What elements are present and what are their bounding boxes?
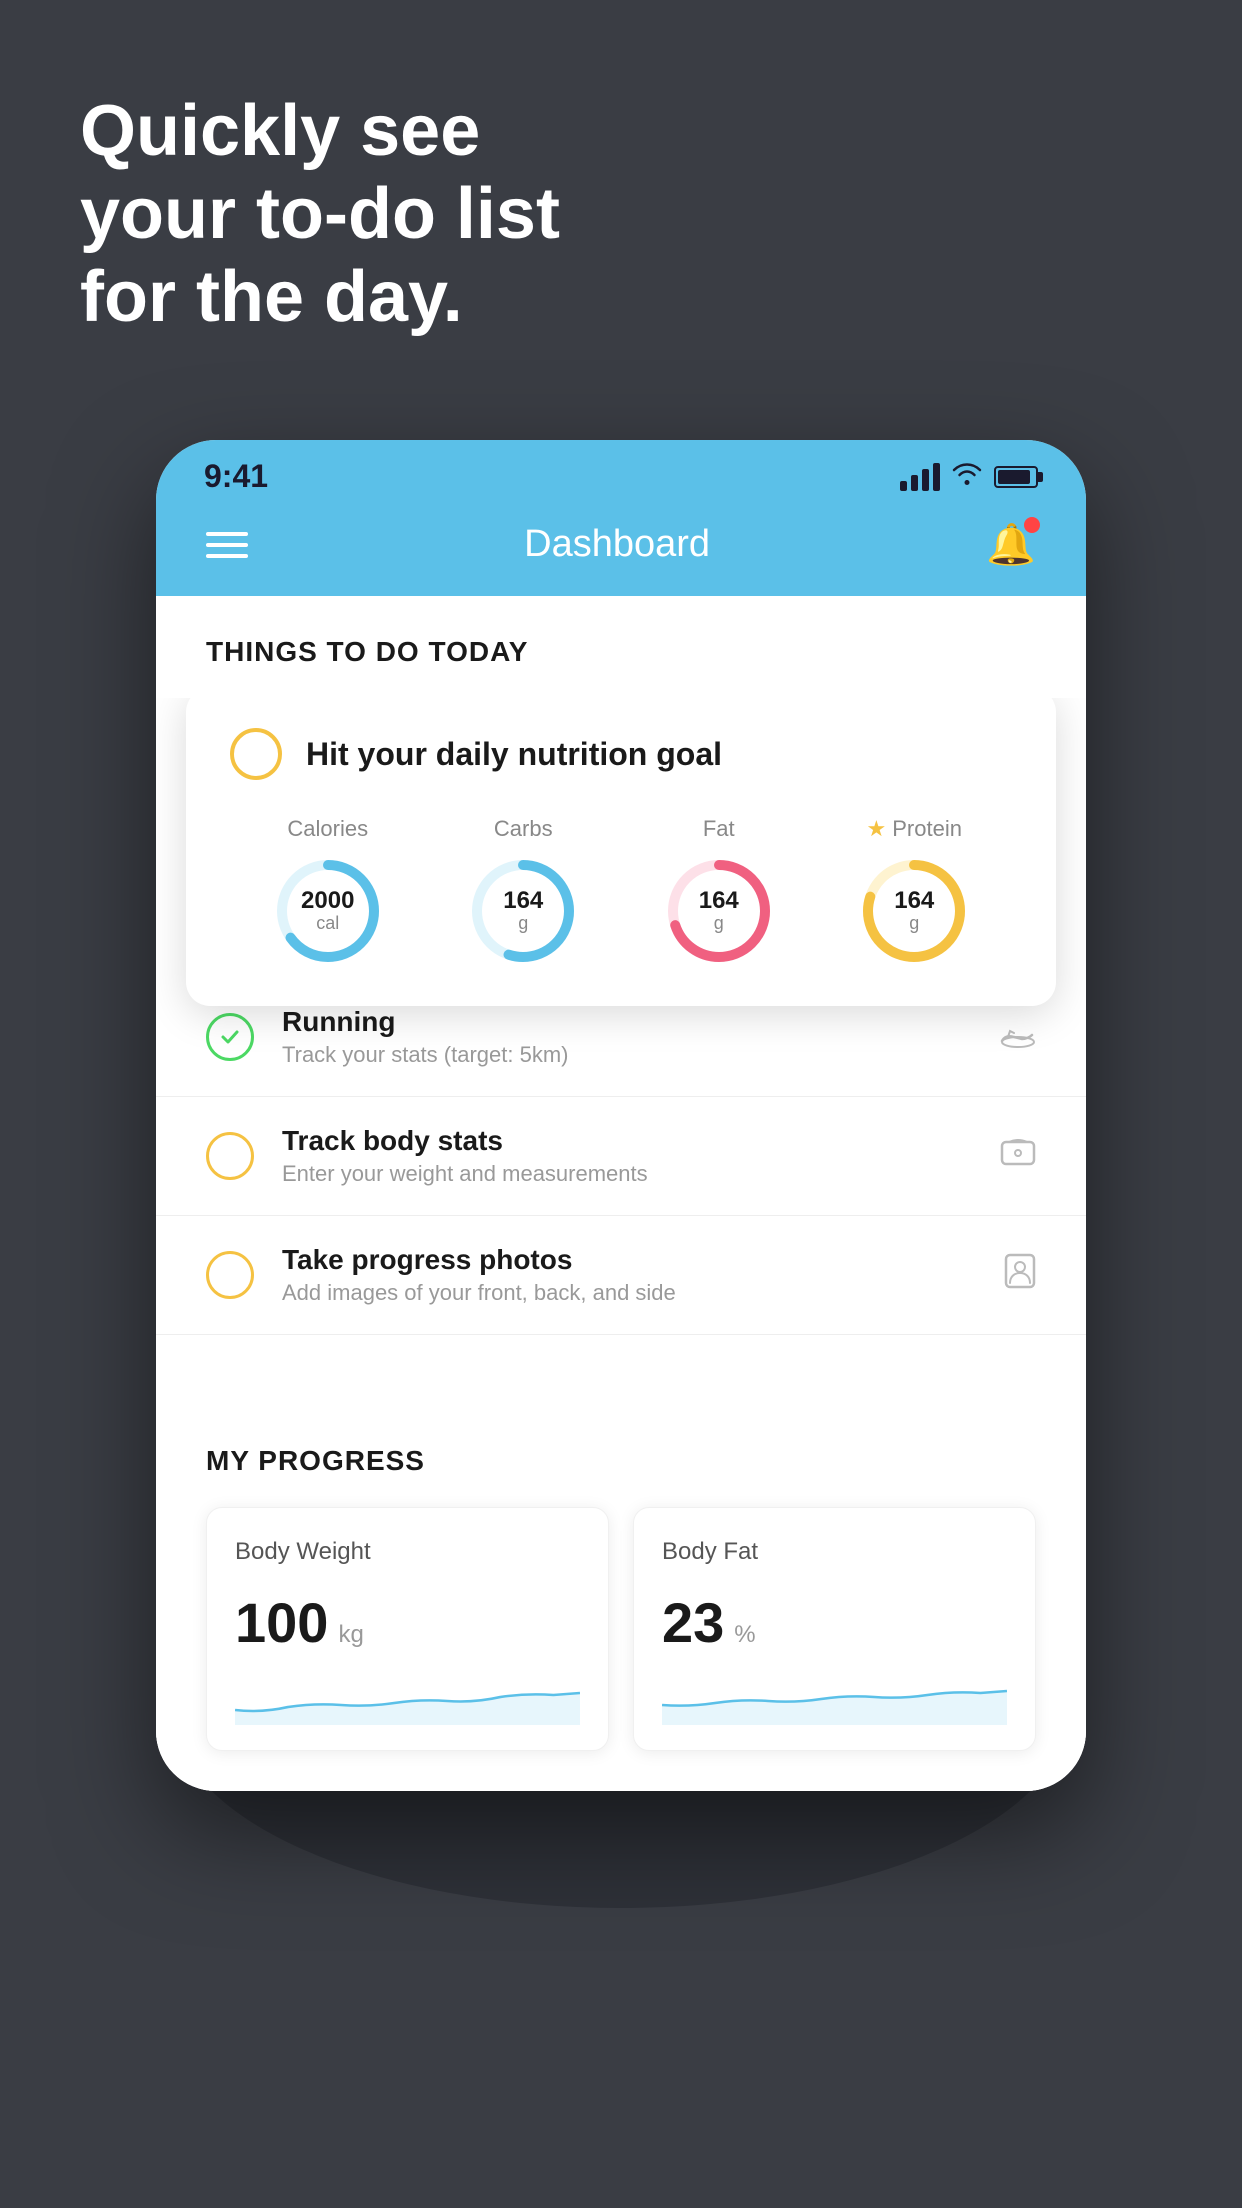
progress-weight-value: 100 kg — [235, 1590, 580, 1655]
shoe-icon — [1000, 1016, 1036, 1058]
macro-fat-value: 164 g — [699, 888, 739, 934]
notification-dot — [1024, 517, 1040, 533]
wifi-icon — [952, 461, 982, 492]
todo-text-progress-photos: Take progress photos Add images of your … — [282, 1244, 976, 1306]
spacer — [156, 1335, 1086, 1395]
macro-carbs: Carbs 164 g — [468, 816, 578, 966]
macro-calories-value: 2000 cal — [301, 888, 354, 934]
todo-title-body-stats: Track body stats — [282, 1125, 972, 1157]
status-bar: 9:41 — [156, 440, 1086, 503]
weight-sparkline — [235, 1675, 580, 1725]
battery-icon — [994, 466, 1038, 488]
todo-subtitle-body-stats: Enter your weight and measurements — [282, 1161, 972, 1187]
macro-carbs-label: Carbs — [494, 816, 553, 842]
progress-fat-value: 23 % — [662, 1590, 1007, 1655]
macro-calories-label: Calories — [287, 816, 368, 842]
scale-icon — [1000, 1135, 1036, 1177]
progress-card-weight-title: Body Weight — [235, 1538, 580, 1566]
macro-protein-value: 164 g — [894, 888, 934, 934]
todo-item-body-stats[interactable]: Track body stats Enter your weight and m… — [156, 1097, 1086, 1216]
todo-check-running — [206, 1013, 254, 1061]
macro-protein-circle: 164 g — [859, 856, 969, 966]
macro-carbs-value: 164 g — [503, 888, 543, 934]
macro-calories: Calories 2000 cal — [273, 816, 383, 966]
nutrition-check-circle — [230, 728, 282, 780]
status-time: 9:41 — [204, 458, 268, 495]
nutrition-card: Hit your daily nutrition goal Calories — [186, 698, 1056, 1006]
progress-section: MY PROGRESS Body Weight 100 kg — [156, 1395, 1086, 1791]
todo-text-running: Running Track your stats (target: 5km) — [282, 1006, 972, 1068]
progress-cards: Body Weight 100 kg Body Fat — [206, 1507, 1036, 1751]
nutrition-card-header: Hit your daily nutrition goal — [230, 728, 1012, 780]
macro-fat: Fat 164 g — [664, 816, 774, 966]
macro-fat-circle: 164 g — [664, 856, 774, 966]
notification-bell[interactable]: 🔔 — [986, 521, 1036, 568]
status-icons — [900, 461, 1038, 492]
progress-card-fat-title: Body Fat — [662, 1538, 1007, 1566]
todo-list: Running Track your stats (target: 5km) — [156, 978, 1086, 1335]
content-wrapper: Hit your daily nutrition goal Calories — [156, 698, 1086, 1791]
macro-protein: ★ Protein 164 g — [859, 816, 969, 966]
fat-sparkline — [662, 1675, 1007, 1725]
macro-protein-label: ★ Protein — [867, 816, 962, 842]
progress-header: MY PROGRESS — [206, 1445, 1036, 1477]
nutrition-macros: Calories 2000 cal — [230, 816, 1012, 966]
progress-weight-unit: kg — [338, 1621, 363, 1649]
macro-carbs-circle: 164 g — [468, 856, 578, 966]
progress-fat-number: 23 — [662, 1590, 724, 1655]
phone-mockup: 9:41 Dashboard 🔔 — [156, 440, 1086, 1791]
todo-item-progress-photos[interactable]: Take progress photos Add images of your … — [156, 1216, 1086, 1335]
signal-icon — [900, 463, 940, 491]
todo-subtitle-progress-photos: Add images of your front, back, and side — [282, 1280, 976, 1306]
hero-section: Quickly see your to-do list for the day. — [80, 90, 560, 338]
todo-check-progress-photos — [206, 1251, 254, 1299]
todo-text-body-stats: Track body stats Enter your weight and m… — [282, 1125, 972, 1187]
nav-bar: Dashboard 🔔 — [156, 503, 1086, 596]
person-icon — [1004, 1253, 1036, 1298]
content-area: THINGS TO DO TODAY Hit your daily nutrit… — [156, 596, 1086, 1791]
todo-subtitle-running: Track your stats (target: 5km) — [282, 1042, 972, 1068]
macro-calories-circle: 2000 cal — [273, 856, 383, 966]
progress-card-fat[interactable]: Body Fat 23 % — [633, 1507, 1036, 1751]
hero-title: Quickly see your to-do list for the day. — [80, 90, 560, 338]
todo-title-running: Running — [282, 1006, 972, 1038]
nutrition-title: Hit your daily nutrition goal — [306, 736, 722, 773]
menu-button[interactable] — [206, 532, 248, 558]
nav-title: Dashboard — [524, 523, 710, 566]
macro-fat-label: Fat — [703, 816, 735, 842]
todo-title-progress-photos: Take progress photos — [282, 1244, 976, 1276]
star-icon: ★ — [867, 816, 887, 842]
todo-check-body-stats — [206, 1132, 254, 1180]
things-to-do-header: THINGS TO DO TODAY — [156, 596, 1086, 698]
progress-fat-unit: % — [734, 1621, 755, 1649]
progress-weight-number: 100 — [235, 1590, 328, 1655]
progress-card-weight[interactable]: Body Weight 100 kg — [206, 1507, 609, 1751]
